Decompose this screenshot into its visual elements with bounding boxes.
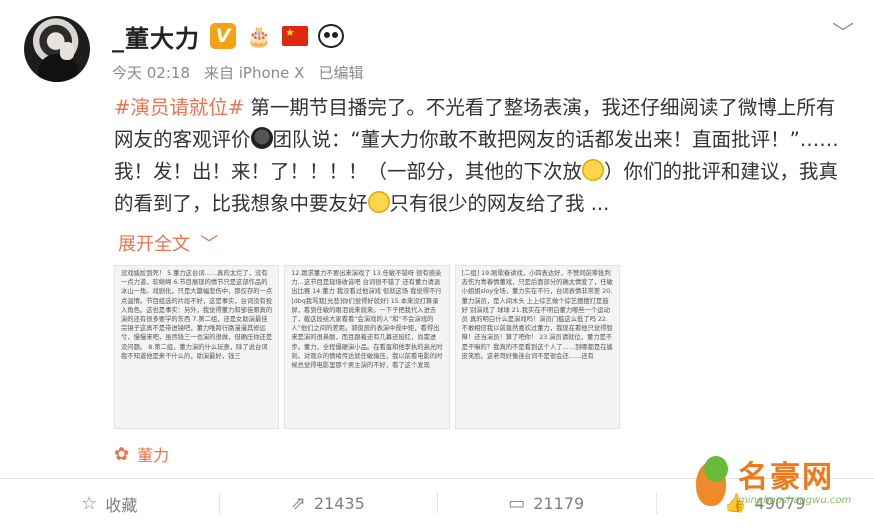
repost-button[interactable]: ⇗ 21435 bbox=[218, 479, 438, 528]
watermark-text: 名豪网 minghaoshangwu.com bbox=[738, 459, 852, 506]
tears-emoji-icon bbox=[367, 191, 390, 213]
watermark-logo: 名豪网 minghaoshangwu.com bbox=[690, 446, 866, 520]
edited-label[interactable]: 已编辑 bbox=[318, 62, 363, 83]
verified-badge-icon[interactable]: V bbox=[210, 23, 236, 49]
author-tag-label: 董力 bbox=[137, 446, 170, 465]
favorite-label: 收藏 bbox=[105, 495, 138, 515]
post-time[interactable]: 今天 02:18 bbox=[112, 62, 190, 83]
username[interactable]: _董大力 bbox=[112, 19, 200, 54]
comment-icon: ▭ bbox=[508, 493, 526, 514]
china-flag-icon bbox=[282, 26, 308, 46]
post-text-part-4: 只有很少的网友给了我 ... bbox=[389, 192, 610, 215]
panda-icon bbox=[318, 24, 344, 48]
hashtag-link[interactable]: #演员请就位# bbox=[114, 96, 244, 119]
comment-count: 21179 bbox=[533, 494, 585, 513]
cry-emoji-icon bbox=[250, 127, 273, 149]
screenshot-image-2[interactable]: 12.跪求董力不要出来演戏了 13.任敏不错呀 很有感染力…这节目是现场收音吧 … bbox=[284, 265, 450, 429]
laugh-emoji-icon bbox=[582, 159, 605, 181]
image-gallery: 没戏尴尬到死！ 5.董力这台词……真的太烂了，没有一点力道，软绵绵 6.节目展现… bbox=[114, 265, 620, 429]
chevron-down-icon[interactable]: ﹀ bbox=[832, 16, 854, 48]
screenshot-image-3[interactable]: [二组] 19.刚歌春讲戏，小四表达好，不赞同前辈批判态伤为青春情董戏，只是后面… bbox=[454, 265, 620, 429]
post-text: #演员请就位# 第一期节目播完了。不光看了整场表演，我还仔细阅读了微博上所有网友… bbox=[114, 92, 844, 220]
repost-count: 21435 bbox=[313, 494, 365, 513]
watermark-figure-icon bbox=[690, 456, 734, 510]
watermark-title: 名豪网 bbox=[738, 459, 834, 495]
watermark-url: minghaoshangwu.com bbox=[738, 494, 852, 506]
favorite-button[interactable]: ☆ 收藏 bbox=[0, 479, 219, 528]
expand-label: 展开全文 bbox=[118, 234, 190, 255]
user-row: _董大力 V 🎂 bbox=[112, 18, 344, 54]
screenshot-image-1[interactable]: 没戏尴尬到死！ 5.董力这台词……真的太烂了，没有一点力道，软绵绵 6.节目展现… bbox=[114, 265, 280, 429]
cake-badge-icon: 🎂 bbox=[246, 24, 272, 48]
expand-full-text-button[interactable]: 展开全文 ﹀ bbox=[118, 230, 218, 256]
repost-icon: ⇗ bbox=[290, 493, 306, 514]
star-icon: ☆ bbox=[81, 493, 98, 514]
flower-icon: ✿ bbox=[114, 443, 130, 465]
author-tag[interactable]: ✿ 董力 bbox=[114, 442, 169, 466]
post-meta: 今天 02:18 来自 iPhone X 已编辑 bbox=[112, 62, 363, 83]
comment-button[interactable]: ▭ 21179 bbox=[437, 479, 656, 528]
avatar-hand bbox=[60, 42, 74, 60]
avatar[interactable] bbox=[24, 16, 90, 82]
expand-chevron-icon: ﹀ bbox=[200, 234, 218, 255]
post-source: 来自 iPhone X bbox=[204, 64, 305, 82]
